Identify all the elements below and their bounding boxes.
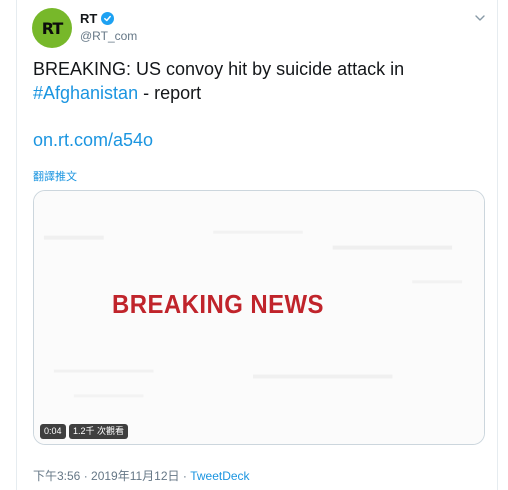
display-name-text[interactable]: RT [80, 11, 97, 26]
video-views-badge: 1.2千 次觀看 [69, 424, 129, 439]
avatar[interactable]: RT [32, 8, 72, 48]
tweet-url-link[interactable]: on.rt.com/a54o [33, 130, 153, 151]
chevron-down-icon[interactable] [474, 11, 486, 23]
user-handle[interactable]: @RT_com [80, 29, 137, 43]
display-name[interactable]: RT [80, 11, 115, 26]
tweet-timestamp[interactable]: 下午3:56 · 2019年11月12日 [33, 469, 180, 483]
verified-badge-icon [101, 12, 115, 25]
tweet-text-part2: - report [138, 83, 202, 103]
video-player[interactable]: BREAKING NEWS 0:04 1.2千 次觀看 [33, 190, 485, 445]
rt-logo: RT [33, 9, 71, 47]
avatar-logo-text: RT [41, 18, 63, 38]
tweet-metadata: 下午3:56 · 2019年11月12日 · TweetDeck [33, 467, 250, 484]
tweet-text: BREAKING: US convoy hit by suicide attac… [33, 57, 473, 105]
translate-tweet-link[interactable]: 翻譯推文 [33, 168, 77, 184]
hashtag-link[interactable]: #Afghanistan [33, 83, 138, 103]
tweet-text-part1: BREAKING: US convoy hit by suicide attac… [33, 59, 405, 79]
tweet-source-link[interactable]: TweetDeck [190, 469, 249, 483]
breaking-news-headline: BREAKING NEWS [112, 289, 324, 319]
metadata-separator: · [179, 469, 191, 483]
video-duration-badge: 0:04 [40, 424, 66, 439]
